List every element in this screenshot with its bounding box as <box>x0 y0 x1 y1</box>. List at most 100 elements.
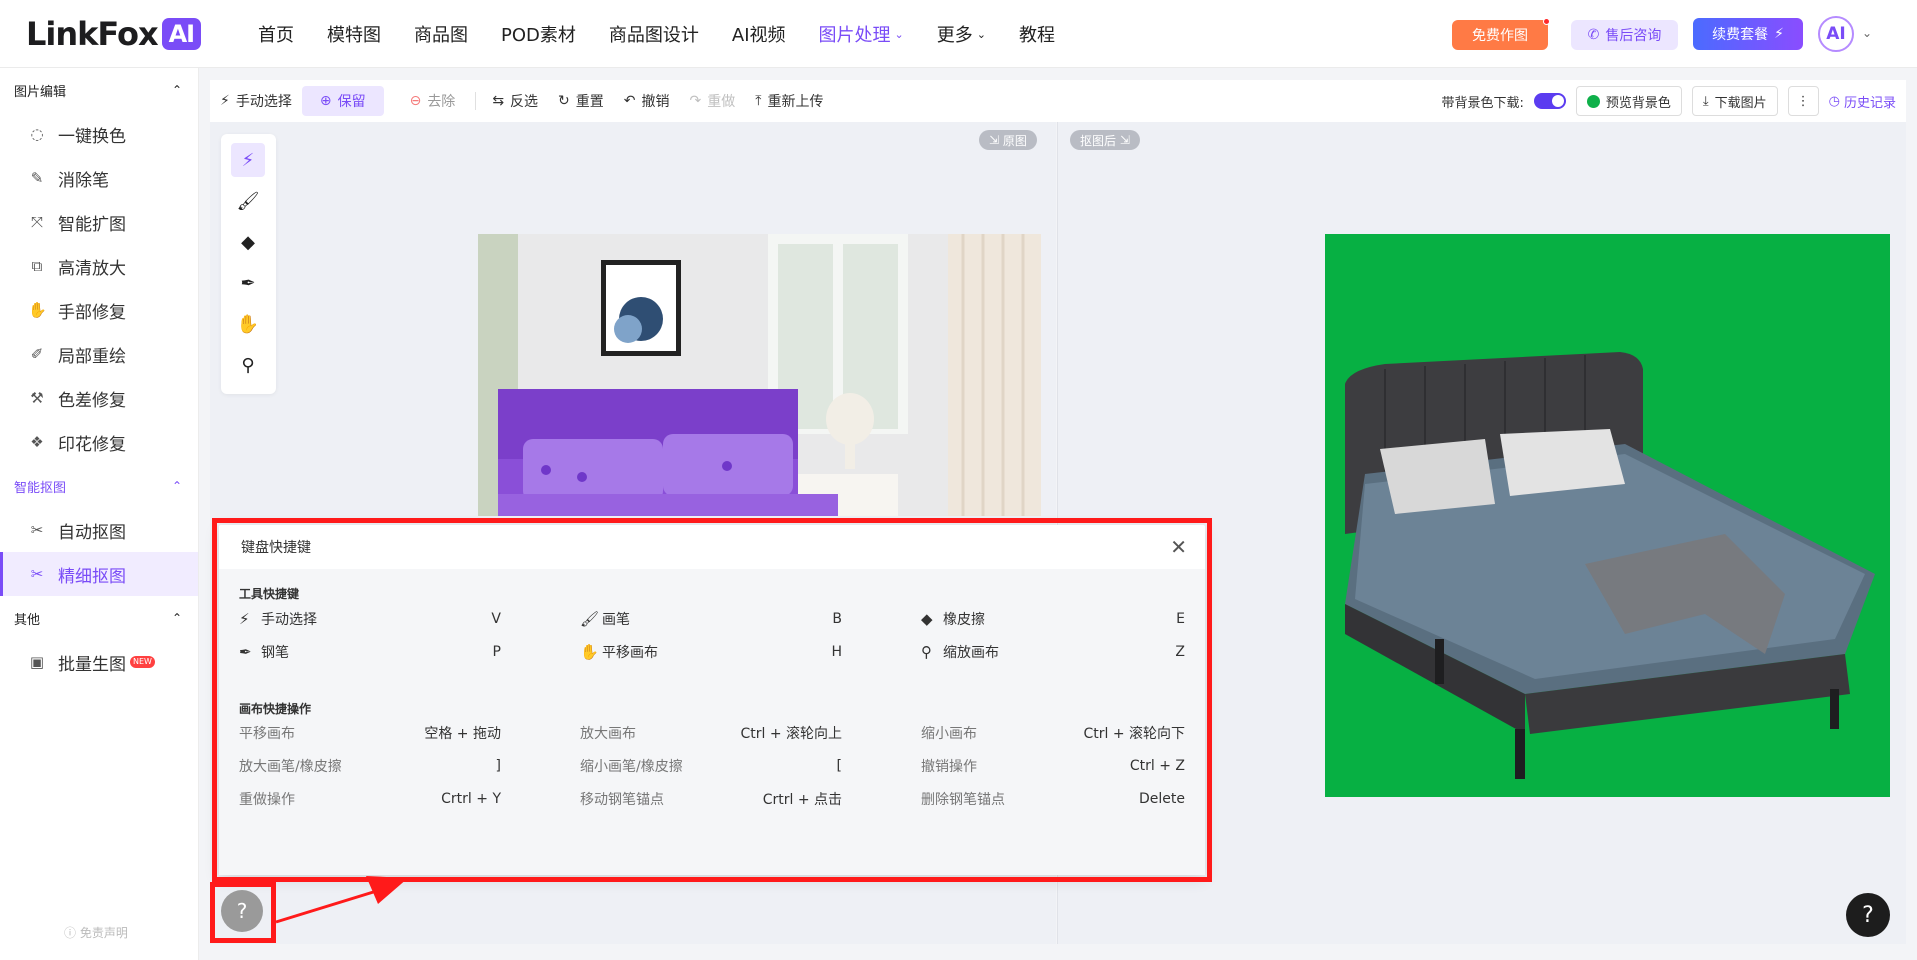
logo[interactable]: LinkFox AI <box>26 15 202 53</box>
magic-wand-tool[interactable]: ⚡ <box>231 143 265 177</box>
batch-image-icon: ▣ <box>29 653 45 671</box>
help-fab[interactable]: ? <box>1846 893 1890 937</box>
magic-wand-icon: ⚡ <box>220 93 230 109</box>
sidebar-group-header[interactable]: 图片编辑 ⌃ <box>0 68 198 112</box>
reset-button[interactable]: ↻ 重置 <box>548 86 614 116</box>
upscale-icon: ⧉ <box>31 257 43 275</box>
remove-button[interactable]: ⊖ 去除 <box>400 86 466 116</box>
nav-item[interactable]: 商品图 <box>414 21 468 47</box>
toolbar-right: 带背景色下载: 预览背景色 ⤓ 下载图片 ⋮ ◷ 历史记录 <box>1441 80 1906 122</box>
sidebar-item-label: 消除笔 <box>58 170 109 191</box>
new-badge: NEW <box>130 656 155 668</box>
dialog-highlight-box <box>212 518 1212 882</box>
manual-select-button[interactable]: ⚡ 手动选择 <box>210 86 302 116</box>
nav-label: 商品图设计 <box>608 25 699 46</box>
reset-label: 重置 <box>575 94 604 110</box>
chevron-down-icon[interactable]: ⌄ <box>1862 26 1872 40</box>
nav-item[interactable]: 首页 <box>258 21 294 47</box>
chevron-up-icon: ⌃ <box>171 611 182 625</box>
help-button-label: ? <box>236 899 248 923</box>
sidebar-item[interactable]: ✂ 精细抠图 <box>0 552 198 596</box>
result-tag[interactable]: 抠图后 ⇲ <box>1070 130 1140 150</box>
nav-item[interactable]: AI视频 <box>732 21 786 47</box>
invert-button[interactable]: ⇆ 反选 <box>482 86 548 116</box>
nav-label: 模特图 <box>327 25 381 46</box>
refresh-icon: ↻ <box>558 93 570 109</box>
logo-text: LinkFox <box>26 15 159 53</box>
undo-button[interactable]: ↶ 撤销 <box>614 86 680 116</box>
sidebar-group-header[interactable]: 智能抠图 ⌃ <box>0 464 198 508</box>
nav-item[interactable]: 模特图 <box>327 21 381 47</box>
avatar[interactable]: AI <box>1818 16 1854 52</box>
nav-label: 图片处理 <box>818 25 891 46</box>
bg-download-toggle[interactable] <box>1533 93 1566 109</box>
zoom-tool[interactable]: ⚲ <box>231 348 265 382</box>
nav-item[interactable]: POD素材 <box>501 21 576 47</box>
sidebar-item-label: 批量生图 <box>58 654 126 675</box>
sidebar-item-label: 自动抠图 <box>58 522 126 543</box>
eraser-tool[interactable]: ◆ <box>231 225 265 259</box>
pen-tool[interactable]: ✒ <box>231 266 265 300</box>
chevron-up-icon: ⌃ <box>171 479 182 493</box>
reupload-label: 重新上传 <box>767 94 824 110</box>
free-draw-button[interactable]: 免费作图 <box>1452 18 1550 50</box>
phone-icon: ✆ <box>1587 27 1600 43</box>
sidebar-item-label: 一键换色 <box>58 126 126 147</box>
redo-label: 重做 <box>707 94 736 110</box>
nav-label: POD素材 <box>501 25 576 46</box>
nav-item[interactable]: 更多 ⌄ <box>937 21 986 47</box>
original-tag[interactable]: ⇲ 原图 <box>979 130 1037 150</box>
sidebar-item-label: 局部重绘 <box>58 346 126 367</box>
nav-item[interactable]: 商品图设计 <box>609 21 699 47</box>
sidebar-item[interactable]: ✋ 手部修复 <box>0 288 198 332</box>
toolbar-divider <box>475 92 477 110</box>
disclaimer-link[interactable]: ⓘ 免责声明 <box>64 924 128 941</box>
original-image <box>478 234 1041 516</box>
keep-button[interactable]: ⊕ 保留 <box>301 86 384 116</box>
chevron-up-icon: ⌃ <box>171 83 182 97</box>
sidebar-item[interactable]: ❖ 印花修复 <box>0 420 198 464</box>
sidebar-item[interactable]: ⚒ 色差修复 <box>0 376 198 420</box>
sidebar-item[interactable]: ⧉ 高清放大 <box>0 244 198 288</box>
sidebar-item-label: 印花修复 <box>58 434 126 455</box>
notification-dot <box>1543 18 1550 25</box>
sidebar-item-label: 色差修复 <box>58 390 126 411</box>
original-bed-illustration <box>478 234 1041 516</box>
sidebar-item[interactable]: ◌ 一键换色 <box>0 112 198 156</box>
invert-label: 反选 <box>510 94 539 110</box>
reupload-button[interactable]: ⤒ 重新上传 <box>745 86 833 116</box>
result-tag-label: 抠图后 <box>1080 133 1117 148</box>
auto-cutout-icon: ✂ <box>30 521 44 539</box>
plus-circle-icon: ⊕ <box>319 93 332 109</box>
swap-icon: ⇆ <box>492 93 505 109</box>
preview-bg-button[interactable]: 预览背景色 <box>1575 86 1682 116</box>
download-button[interactable]: ⤓ 下载图片 <box>1691 86 1778 116</box>
annotation-arrow <box>275 876 408 924</box>
sidebar-group-header[interactable]: 其他 ⌃ <box>0 596 198 640</box>
support-button[interactable]: ✆ 售后咨询 <box>1571 20 1678 50</box>
help-button[interactable]: ? <box>221 890 263 932</box>
sidebar-item[interactable]: ⤧ 智能扩图 <box>0 200 198 244</box>
brush-tool[interactable]: 🖌 <box>231 184 265 218</box>
sidebar-item[interactable]: ▣ 批量生图 NEW <box>0 640 198 684</box>
sidebar-item[interactable]: ✂ 自动抠图 <box>0 508 198 552</box>
sidebar-item[interactable]: ✎ 消除笔 <box>0 156 198 200</box>
free-draw-label: 免费作图 <box>1472 28 1528 44</box>
history-link[interactable]: ◷ 历史记录 <box>1829 92 1896 111</box>
palette-icon: ◌ <box>30 125 44 143</box>
hand-tool[interactable]: ✋ <box>231 307 265 341</box>
chevron-down-icon: ⌄ <box>894 27 904 41</box>
renew-button[interactable]: 续费套餐 ⚡ <box>1693 18 1803 50</box>
nav-label: 首页 <box>258 25 294 46</box>
nav-item[interactable]: 图片处理 ⌄ <box>819 21 904 47</box>
sidebar-item[interactable]: ✐ 局部重绘 <box>0 332 198 376</box>
nav-item[interactable]: 教程 <box>1019 21 1055 47</box>
download-label: 下载图片 <box>1714 95 1767 111</box>
redo-button[interactable]: ↷ 重做 <box>680 86 746 116</box>
color-swatch <box>1586 94 1600 108</box>
remove-label: 去除 <box>427 94 456 110</box>
sidebar-group-title: 智能抠图 <box>14 480 67 496</box>
more-options-button[interactable]: ⋮ <box>1787 86 1819 116</box>
sidebar: 图片编辑 ⌃ ◌ 一键换色 ✎ 消除笔 ⤧ 智能扩图 ⧉ 高清放大 ✋ 手部修复 ✐ 局部重绘 ⚒ 色差修复 ❖… <box>0 68 199 960</box>
repaint-icon: ✐ <box>30 345 44 363</box>
